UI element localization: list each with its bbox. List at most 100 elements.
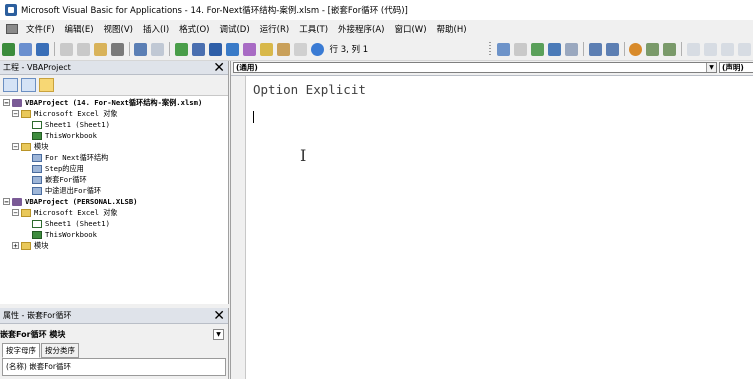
toggle-breakpoint-icon[interactable] — [629, 42, 643, 56]
list-constants-icon[interactable] — [514, 42, 528, 56]
list-properties-icon[interactable] — [497, 42, 511, 56]
copy-icon[interactable] — [76, 42, 90, 56]
object-selector[interactable]: 嵌套For循环 模块 ▼ — [0, 328, 224, 340]
project-explorer-header: 工程 - VBAProject ✕ — [0, 61, 228, 75]
chevron-down-icon[interactable]: ▼ — [213, 328, 224, 340]
save-icon[interactable] — [36, 42, 49, 56]
code-line[interactable]: Option Explicit — [253, 82, 366, 97]
collapse-icon[interactable]: − — [3, 198, 10, 206]
module-icon — [32, 186, 42, 195]
tree-node-label: 嵌套For循环 — [45, 174, 87, 184]
paste-icon[interactable] — [93, 42, 107, 56]
tree-node-sheet1-2[interactable]: Sheet1 (Sheet1) — [32, 218, 110, 229]
tree-node-label: 模块 — [34, 240, 49, 250]
margin-indicator-bar[interactable] — [231, 76, 246, 379]
find-icon[interactable] — [110, 42, 124, 56]
insert-module-icon[interactable] — [19, 42, 32, 56]
menu-format[interactable]: 格式(O) — [174, 23, 214, 35]
break-icon[interactable] — [191, 42, 205, 56]
toolbar-separator — [681, 42, 682, 56]
properties-window-icon[interactable] — [259, 42, 273, 56]
previous-bookmark-icon[interactable] — [720, 42, 734, 56]
tree-node-modules-1[interactable]: − 模块 — [12, 141, 48, 152]
menu-view[interactable]: 视图(V) — [99, 23, 138, 35]
quick-info-icon[interactable] — [531, 42, 545, 56]
menu-addins[interactable]: 外接程序(A) — [333, 23, 389, 35]
collapse-icon[interactable]: − — [12, 110, 19, 118]
cursor-position: 行 3, 列 1 — [329, 45, 369, 55]
menu-debug[interactable]: 调试(D) — [214, 23, 254, 35]
clear-bookmarks-icon[interactable] — [737, 42, 751, 56]
tree-node-module-exit[interactable]: 中途退出For循环 — [32, 185, 101, 196]
toolbar-separator — [169, 42, 170, 56]
close-icon[interactable]: ✕ — [213, 309, 225, 323]
collapse-icon[interactable]: − — [12, 143, 19, 151]
toolbar-separator — [128, 42, 129, 56]
object-combo[interactable]: (通用) ▼ — [233, 62, 717, 73]
tree-node-project-2[interactable]: − VBAProject (PERSONAL.XLSB) — [3, 196, 138, 207]
view-code-button[interactable] — [3, 78, 18, 92]
tree-node-label: Sheet1 (Sheet1) — [45, 120, 110, 129]
toolbar-separator — [623, 42, 625, 56]
tree-node-excel-objects-2[interactable]: − Microsoft Excel 对象 — [12, 207, 118, 218]
property-row-name[interactable]: (名称) 嵌套For循环 — [6, 362, 71, 371]
tree-node-thisworkbook-1[interactable]: ThisWorkbook — [32, 130, 97, 141]
view-object-button[interactable] — [21, 78, 36, 92]
design-mode-icon[interactable] — [225, 42, 239, 56]
cut-icon[interactable] — [59, 42, 73, 56]
tab-alphabetic[interactable]: 按字母序 — [2, 343, 40, 358]
toggle-bookmark-icon[interactable] — [686, 42, 700, 56]
run-icon[interactable] — [174, 42, 188, 56]
tree-node-project-1[interactable]: − VBAProject (14. For-Next循环结构-案例.xlsm) — [3, 97, 202, 108]
view-excel-icon[interactable] — [2, 42, 15, 56]
property-grid[interactable]: (名称) 嵌套For循环 — [2, 358, 226, 376]
tree-node-label: For Next循环结构 — [45, 152, 109, 162]
collapse-icon[interactable]: − — [3, 99, 10, 107]
procedure-combo[interactable]: (声明) — [719, 62, 753, 73]
comment-block-icon[interactable] — [646, 42, 660, 56]
next-bookmark-icon[interactable] — [703, 42, 717, 56]
outdent-icon[interactable] — [605, 42, 619, 56]
tree-node-sheet1-1[interactable]: Sheet1 (Sheet1) — [32, 119, 110, 130]
object-browser-icon[interactable] — [276, 42, 290, 56]
chevron-down-icon[interactable]: ▼ — [706, 63, 716, 72]
indent-icon[interactable] — [588, 42, 602, 56]
tree-node-module-step[interactable]: Step的应用 — [32, 163, 84, 174]
close-icon[interactable]: ✕ — [213, 61, 225, 75]
tab-categorized[interactable]: 按分类序 — [41, 343, 79, 358]
toggle-folders-button[interactable] — [39, 78, 54, 92]
menu-window[interactable]: 窗口(W) — [389, 23, 431, 35]
menu-tools[interactable]: 工具(T) — [294, 23, 333, 35]
redo-icon[interactable] — [151, 42, 164, 56]
uncomment-block-icon[interactable] — [663, 42, 677, 56]
undo-icon[interactable] — [134, 42, 147, 56]
folder-icon — [21, 109, 31, 118]
folder-icon — [21, 208, 31, 217]
toolbox-icon[interactable] — [293, 42, 307, 56]
reset-icon[interactable] — [208, 42, 222, 56]
tree-node-thisworkbook-2[interactable]: ThisWorkbook — [32, 229, 97, 240]
complete-word-icon[interactable] — [565, 42, 579, 56]
toolbar-separator — [583, 42, 584, 56]
menu-insert[interactable]: 插入(I) — [138, 23, 174, 35]
module-icon — [32, 164, 42, 173]
workbook-icon — [32, 230, 42, 239]
object-selector-value: 嵌套For循环 模块 — [0, 329, 66, 339]
code-editor[interactable]: Option Explicit I — [246, 76, 753, 379]
collapse-icon[interactable]: − — [12, 209, 19, 217]
help-icon[interactable] — [310, 42, 324, 56]
menu-file[interactable]: 文件(F) — [21, 23, 60, 35]
edit-toolbar-grip[interactable] — [489, 42, 492, 56]
tree-node-module-fornext[interactable]: For Next循环结构 — [32, 152, 108, 163]
menu-run[interactable]: 运行(R) — [255, 23, 295, 35]
excel-view-icon[interactable] — [6, 24, 18, 34]
project-explorer-icon[interactable] — [242, 42, 256, 56]
menu-edit[interactable]: 编辑(E) — [60, 23, 99, 35]
code-window: (通用) ▼ (声明) Option Explicit I — [230, 61, 753, 379]
menu-help[interactable]: 帮助(H) — [432, 23, 472, 35]
expand-icon[interactable]: + — [12, 242, 19, 250]
tree-node-modules-2[interactable]: + 模块 — [12, 240, 48, 251]
tree-node-module-nested[interactable]: 嵌套For循环 — [32, 174, 87, 185]
parameter-info-icon[interactable] — [548, 42, 562, 56]
tree-node-excel-objects-1[interactable]: − Microsoft Excel 对象 — [12, 108, 118, 119]
